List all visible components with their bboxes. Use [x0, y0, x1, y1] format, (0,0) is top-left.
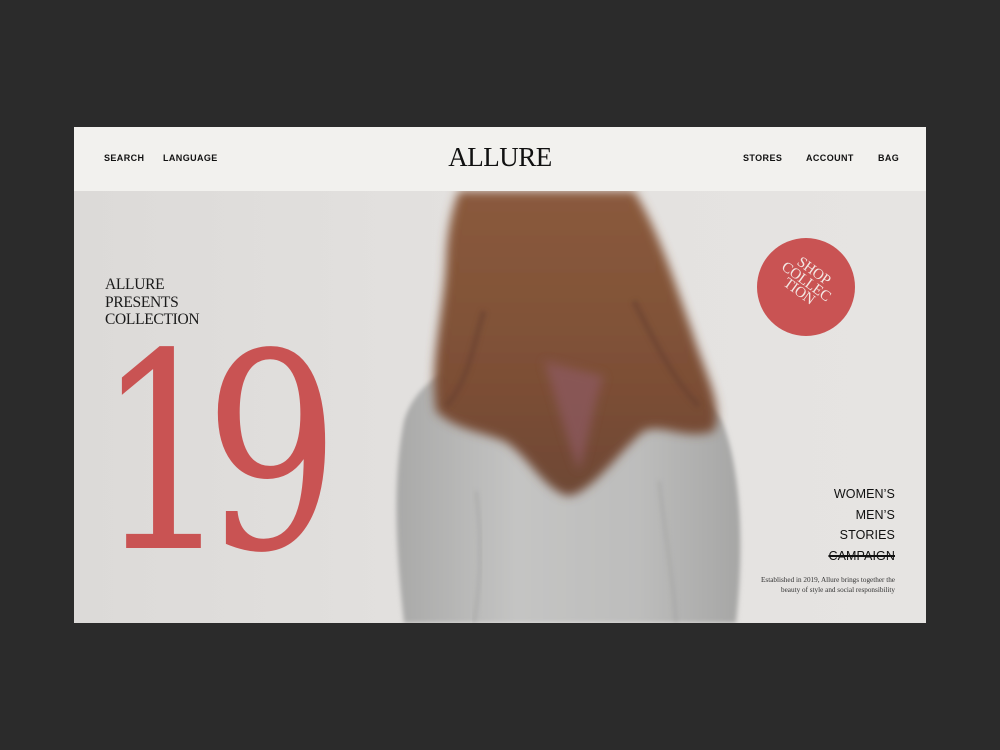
menu-item-mens[interactable]: MEN’S: [828, 505, 895, 526]
shop-collection-button[interactable]: SHOP COLLEC TION: [757, 238, 855, 336]
bag-link[interactable]: BAG: [878, 153, 899, 163]
hero-section: ALLURE PRESENTS COLLECTION 19 SHOP COLLE…: [74, 191, 926, 623]
menu-item-womens[interactable]: WOMEN’S: [828, 484, 895, 505]
intro-line: ALLURE: [105, 276, 165, 293]
brand-logo[interactable]: ALLURE: [74, 142, 926, 173]
menu-item-stories[interactable]: STORIES: [828, 525, 895, 546]
tagline-line: Established in 2019, Allure brings toget…: [761, 576, 895, 584]
account-link[interactable]: ACCOUNT: [806, 153, 854, 163]
collection-number: 19: [96, 297, 339, 613]
site-header: SEARCH LANGUAGE ALLURE STORES ACCOUNT BA…: [74, 127, 926, 191]
menu-item-campaign[interactable]: CAMPAIGN: [828, 546, 895, 567]
site-frame: SEARCH LANGUAGE ALLURE STORES ACCOUNT BA…: [74, 127, 926, 623]
stores-link[interactable]: STORES: [743, 153, 782, 163]
brand-tagline: Established in 2019, Allure brings toget…: [675, 575, 895, 595]
category-menu: WOMEN’S MEN’S STORIES CAMPAIGN: [828, 484, 895, 566]
tagline-line: beauty of style and social responsibilit…: [781, 586, 895, 594]
